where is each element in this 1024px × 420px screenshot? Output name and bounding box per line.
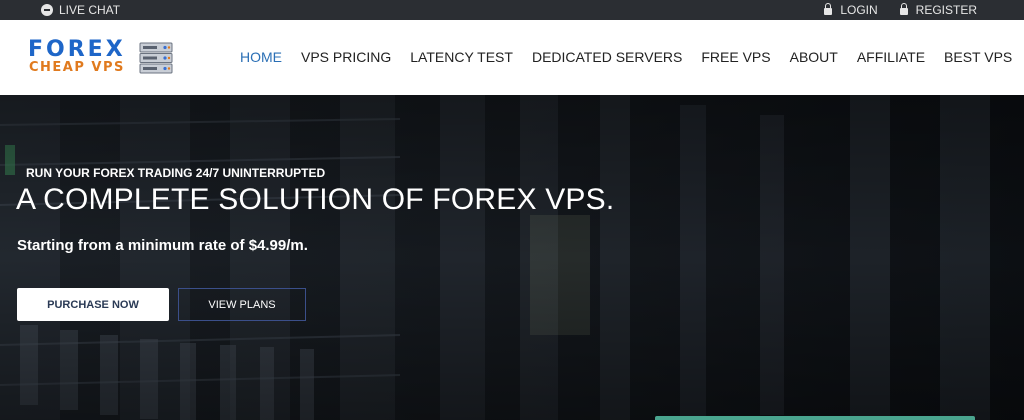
view-plans-button[interactable]: VIEW PLANS bbox=[178, 288, 306, 321]
nav-item-dedicated-servers[interactable]: DEDICATED SERVERS bbox=[532, 49, 682, 65]
login-link[interactable]: LOGIN bbox=[824, 2, 878, 17]
hero-subtitle: Starting from a minimum rate of $4.99/m. bbox=[17, 237, 308, 254]
site-logo[interactable]: FOREX CHEAP VPS bbox=[28, 38, 178, 80]
nav-item-free-vps[interactable]: FREE VPS bbox=[701, 49, 770, 65]
teal-accent-strip bbox=[655, 416, 975, 420]
login-label: LOGIN bbox=[840, 3, 878, 17]
nav-item-home[interactable]: HOME bbox=[240, 49, 282, 65]
server-rack-icon bbox=[139, 42, 173, 74]
logo-text-forex: FOREX bbox=[28, 37, 126, 62]
hero-banner: RUN YOUR FOREX TRADING 24/7 UNINTERRUPTE… bbox=[0, 95, 1024, 420]
hero-title: A COMPLETE SOLUTION OF FOREX VPS. bbox=[16, 183, 615, 216]
live-chat-link[interactable]: LIVE CHAT bbox=[41, 3, 120, 17]
nav-item-latency-test[interactable]: LATENCY TEST bbox=[410, 49, 513, 65]
nav-item-vps-pricing[interactable]: VPS PRICING bbox=[301, 49, 391, 65]
nav-item-affiliate[interactable]: AFFILIATE bbox=[857, 49, 925, 65]
main-nav: HOME VPS PRICING LATENCY TEST DEDICATED SER… bbox=[240, 49, 1024, 65]
logo-text-cheap-vps: CHEAP VPS bbox=[29, 60, 125, 75]
site-header: FOREX CHEAP VPS HOME VPS PRICING LATENCY T… bbox=[0, 20, 1024, 95]
lock-icon bbox=[824, 2, 833, 15]
register-link[interactable]: REGISTER bbox=[899, 2, 977, 17]
top-bar: LIVE CHAT LOGIN REGISTER bbox=[0, 0, 1024, 20]
nav-item-best-vps[interactable]: BEST VPS bbox=[944, 49, 1012, 65]
server-room-background bbox=[0, 95, 1024, 420]
lock-icon bbox=[899, 2, 908, 15]
nav-item-about[interactable]: ABOUT bbox=[790, 49, 838, 65]
register-label: REGISTER bbox=[915, 3, 977, 17]
purchase-now-button[interactable]: PURCHASE NOW bbox=[17, 288, 169, 321]
chat-icon bbox=[41, 4, 53, 16]
live-chat-label: LIVE CHAT bbox=[59, 3, 121, 17]
hero-eyebrow: RUN YOUR FOREX TRADING 24/7 UNINTERRUPTE… bbox=[26, 166, 326, 180]
